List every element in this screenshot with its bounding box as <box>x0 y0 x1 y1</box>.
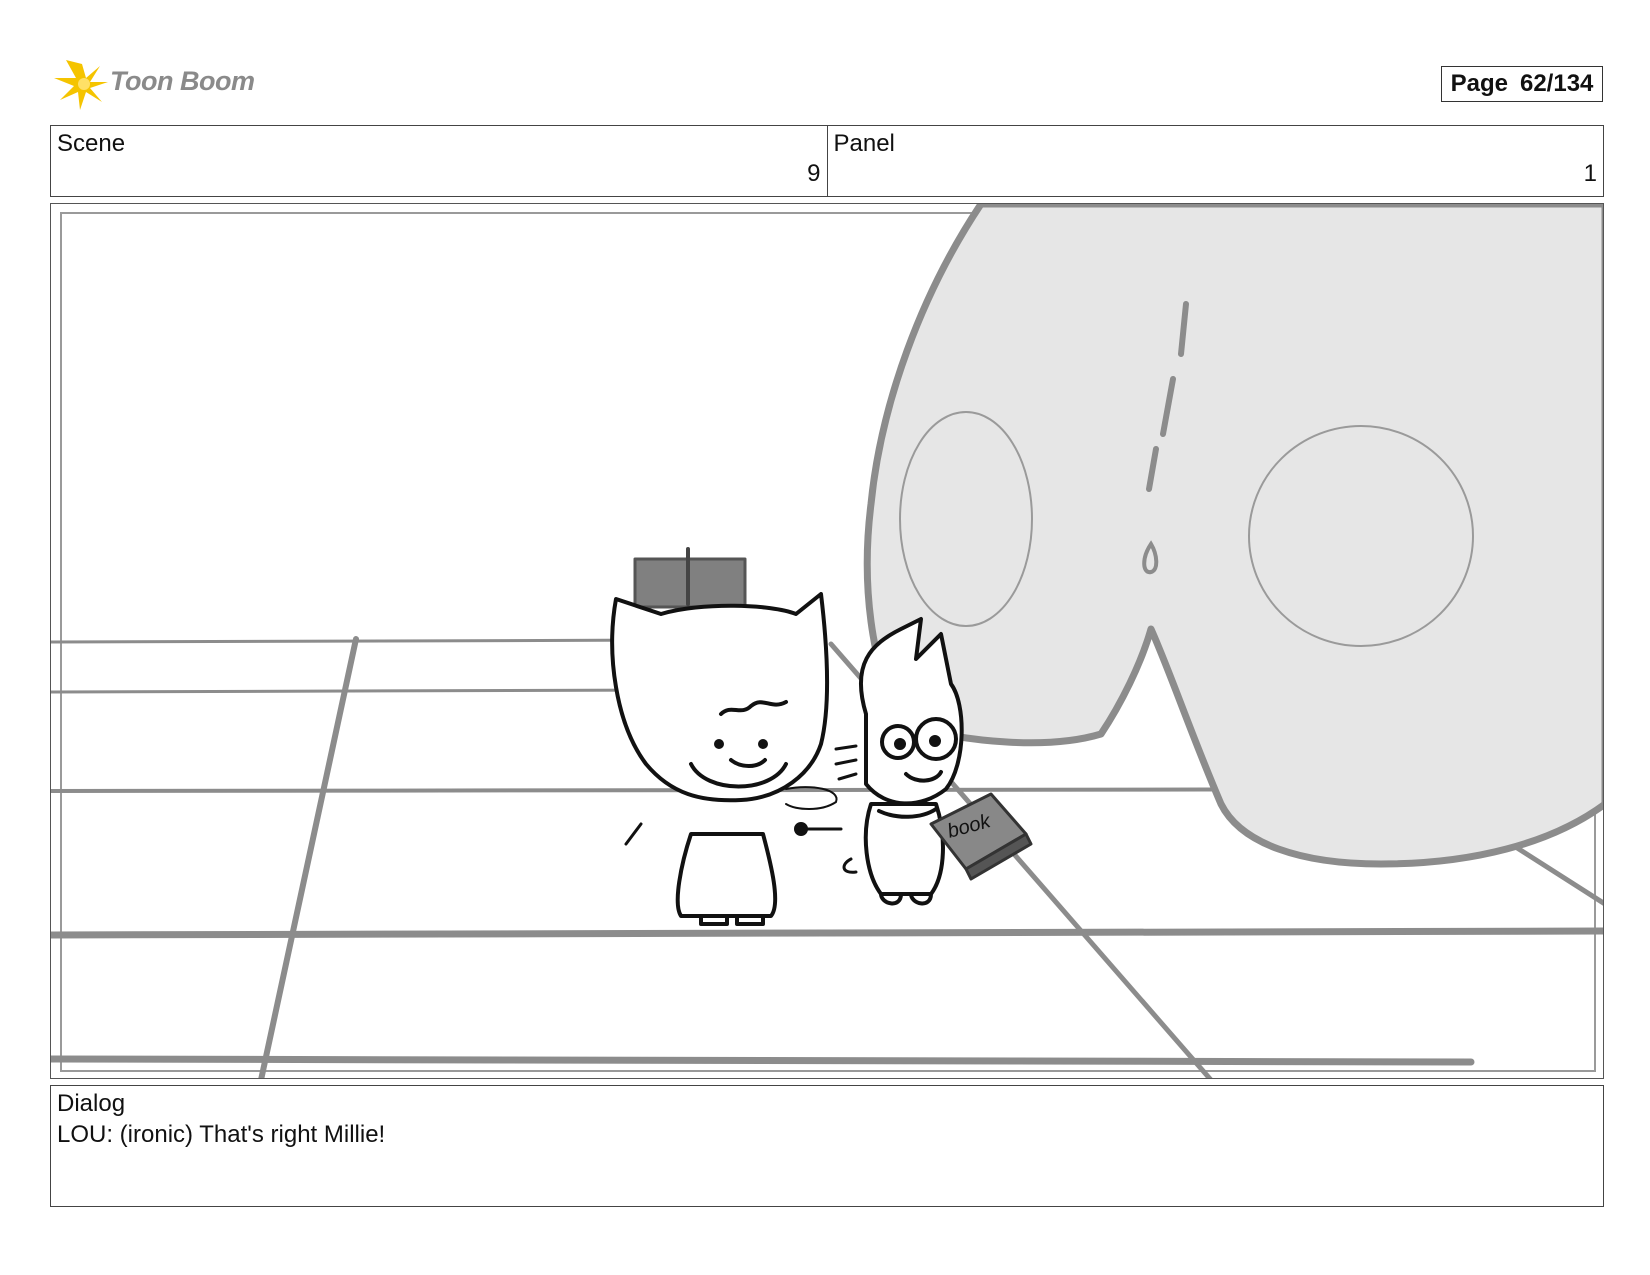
page-number: 62/134 <box>1519 70 1594 97</box>
giant-character <box>863 204 1603 868</box>
dialog-text: LOU: (ironic) That's right Millie! <box>57 1121 386 1148</box>
logo-text: Toon Boom <box>110 66 255 96</box>
scene-label: Scene <box>57 130 126 157</box>
book-prop: book <box>929 792 1033 881</box>
panel-cell: Panel 1 <box>826 126 1604 196</box>
scene-cell: Scene 9 <box>51 126 827 196</box>
girl-character <box>610 547 838 926</box>
page-label: Page <box>1450 70 1508 97</box>
panel-value: 1 <box>1583 160 1597 187</box>
dialog-label: Dialog <box>57 1090 126 1117</box>
scene-panel-row: Scene 9 Panel 1 <box>50 125 1604 197</box>
starburst-icon <box>54 60 108 110</box>
page-indicator: Page 62/134 <box>1441 66 1603 102</box>
toon-boom-logo: Toon Boom <box>52 56 272 114</box>
dialog-box: Dialog LOU: (ironic) That's right Millie… <box>50 1085 1604 1207</box>
storyboard-panel: book <box>50 203 1604 1079</box>
panel-label: Panel <box>833 130 895 157</box>
scene-value: 9 <box>807 160 821 187</box>
storyboard-drawing: book <box>51 204 1603 1078</box>
